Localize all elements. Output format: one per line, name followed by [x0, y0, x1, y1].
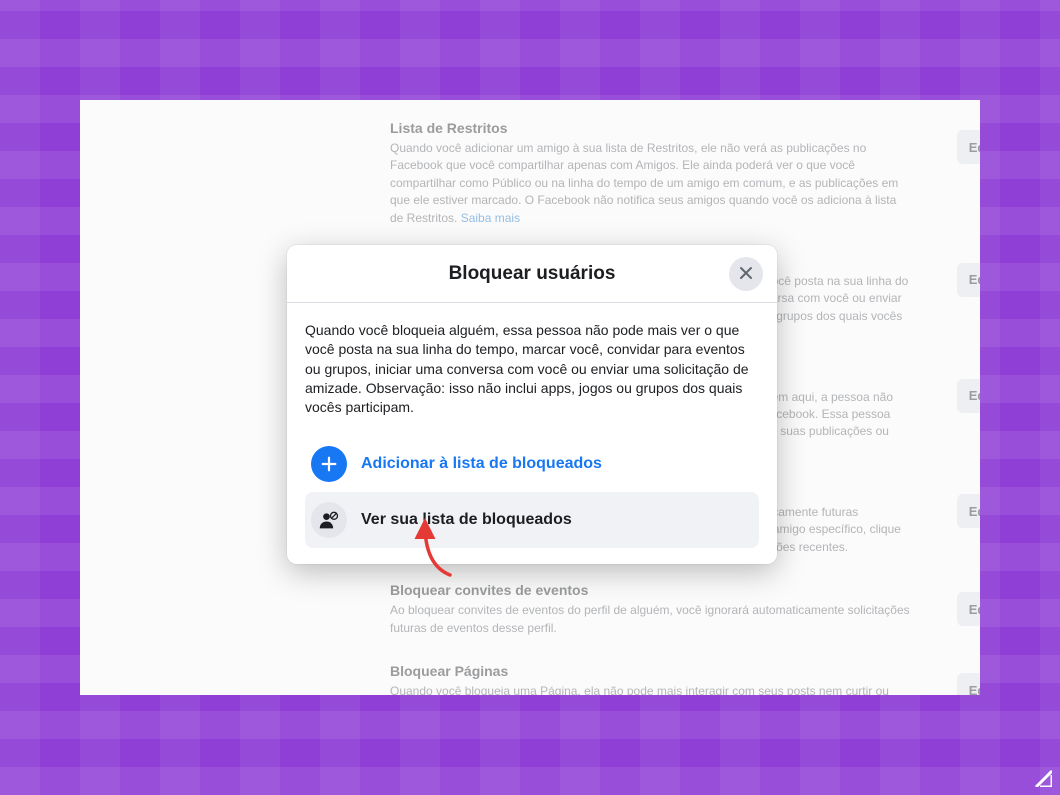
modal-header: Bloquear usuários: [287, 245, 777, 303]
block-pages-section: Bloquear Páginas Quando você bloqueia um…: [390, 663, 960, 695]
modal-description: Quando você bloqueia alguém, essa pessoa…: [305, 321, 759, 418]
section-title: Bloquear convites de eventos: [390, 582, 910, 598]
block-users-modal: Bloquear usuários Quando você bloqueia a…: [287, 245, 777, 564]
learn-more-link[interactable]: Saiba mais: [461, 211, 520, 225]
section-description: Quando você bloqueia uma Página, ela não…: [390, 683, 910, 695]
edit-button[interactable]: Edit: [957, 379, 980, 413]
section-description: Quando você adicionar um amigo à sua lis…: [390, 140, 910, 227]
person-blocked-icon: [311, 502, 347, 538]
edit-button[interactable]: Edit: [957, 494, 980, 528]
modal-title: Bloquear usuários: [449, 263, 616, 285]
edit-button[interactable]: Edit: [957, 673, 980, 695]
modal-body: Quando você bloqueia alguém, essa pessoa…: [287, 303, 777, 564]
restricted-list-section: Lista de Restritos Quando você adicionar…: [390, 120, 960, 227]
section-title: Bloquear Páginas: [390, 663, 910, 679]
edit-button[interactable]: Edit: [957, 592, 980, 626]
option-label: Ver sua lista de bloqueados: [361, 511, 572, 529]
block-event-invites-section: Bloquear convites de eventos Ao bloquear…: [390, 582, 960, 637]
plus-icon: [311, 446, 347, 482]
option-label: Adicionar à lista de bloqueados: [361, 455, 602, 473]
view-block-list-option[interactable]: Ver sua lista de bloqueados: [305, 492, 759, 548]
close-icon: [738, 265, 754, 284]
close-button[interactable]: [729, 257, 763, 291]
section-title: Lista de Restritos: [390, 120, 910, 136]
add-to-block-list-option[interactable]: Adicionar à lista de bloqueados: [305, 436, 759, 492]
corner-bracket-icon: [1030, 765, 1052, 787]
section-description: Ao bloquear convites de eventos do perfi…: [390, 602, 910, 637]
edit-button[interactable]: Edit: [957, 130, 980, 164]
edit-button[interactable]: Edit: [957, 263, 980, 297]
